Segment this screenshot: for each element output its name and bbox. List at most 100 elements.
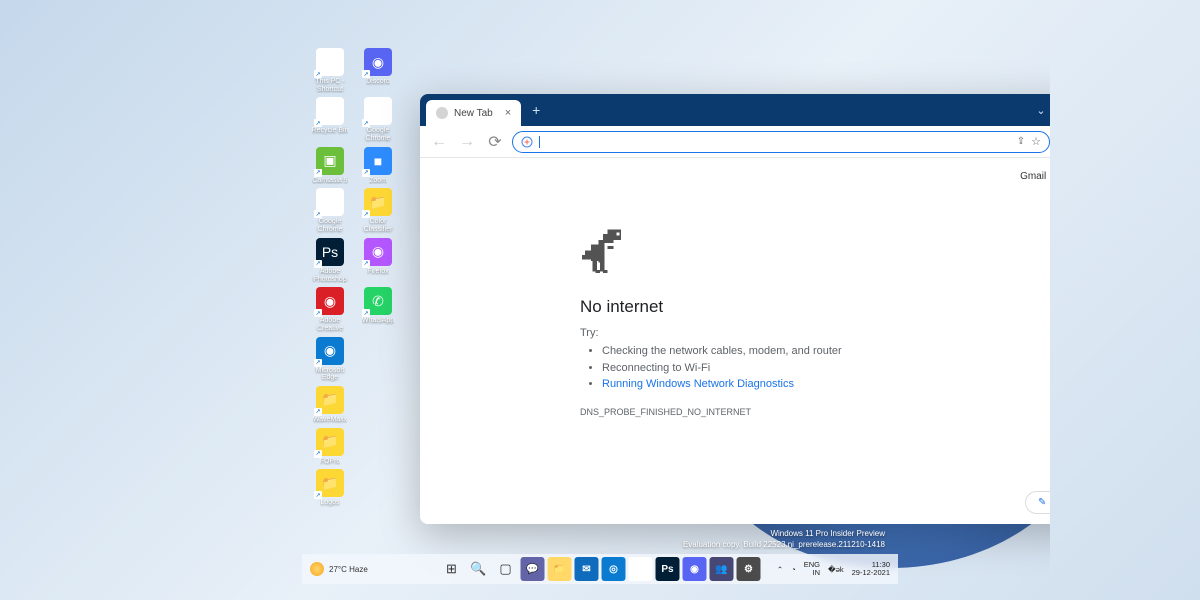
app-icon: ◉↗ bbox=[364, 97, 392, 125]
star-icon[interactable]: ☆ bbox=[1031, 135, 1041, 148]
network-icon[interactable]: �ək bbox=[828, 565, 844, 574]
desktop-icon[interactable]: ◉↗ Google Chrome bbox=[308, 188, 352, 233]
app-icon: ◉↗ bbox=[364, 48, 392, 76]
shortcut-arrow-icon: ↗ bbox=[362, 119, 370, 127]
ntp-links: Gmail Images 🙂 bbox=[1020, 166, 1050, 186]
shortcut-arrow-icon: ↗ bbox=[314, 359, 322, 367]
app-icon: ▣↗ bbox=[316, 147, 344, 175]
icon-label: Google Chrome bbox=[308, 218, 352, 233]
windows-watermark: Windows 11 Pro Insider Preview Evaluatio… bbox=[683, 529, 885, 550]
back-button[interactable]: ← bbox=[428, 131, 450, 153]
weather-desc: Haze bbox=[349, 565, 368, 574]
desktop-icon[interactable]: 📁↗FOPro bbox=[308, 428, 352, 466]
desktop-icon[interactable]: 📁↗WaveMaxx bbox=[308, 386, 352, 424]
toolbar: ← → ⟳ ⇪ ☆ ▣ ✦ ⋮ bbox=[420, 126, 1050, 158]
desktop-icon[interactable]: Ps↗Adobe Photoshop bbox=[308, 238, 352, 283]
shortcut-arrow-icon: ↗ bbox=[314, 210, 322, 218]
shortcut-arrow-icon: ↗ bbox=[362, 260, 370, 268]
shortcut-arrow-icon: ↗ bbox=[314, 491, 322, 499]
mail-icon[interactable]: ✉ bbox=[575, 557, 599, 581]
desktop-icon[interactable]: ✆↗WhatsApp bbox=[356, 287, 400, 332]
watermark-line1: Windows 11 Pro Insider Preview bbox=[683, 529, 885, 539]
app-icon: 📁↗ bbox=[316, 469, 344, 497]
chat-icon[interactable]: 💬 bbox=[521, 557, 545, 581]
shortcut-arrow-icon: ↗ bbox=[314, 119, 322, 127]
clock[interactable]: 11:30 29-12-2021 bbox=[852, 561, 890, 578]
app-icon: ■↗ bbox=[364, 147, 392, 175]
desktop-icon[interactable]: ■↗ Zoom bbox=[356, 147, 400, 185]
chrome-icon[interactable]: ◉ bbox=[629, 557, 653, 581]
icon-label: Microsoft Edge bbox=[308, 367, 352, 382]
desktop-icon[interactable]: ◉↗Firefox bbox=[356, 238, 400, 283]
desktop-icon[interactable]: ▣↗ Camtasia 9 bbox=[308, 147, 352, 185]
explorer-icon[interactable]: 📁 bbox=[548, 557, 572, 581]
diagnostics-link[interactable]: Running Windows Network Diagnostics bbox=[602, 378, 794, 390]
reload-button[interactable]: ⟳ bbox=[484, 131, 506, 153]
browser-tab[interactable]: New Tab × bbox=[426, 100, 521, 126]
start-icon[interactable]: ⊞ bbox=[440, 557, 464, 581]
icon-label: Recycle Bin bbox=[312, 127, 349, 135]
desktop-icon[interactable]: ◉↗ Discord bbox=[356, 48, 400, 93]
taskview-icon[interactable]: ▢ bbox=[494, 557, 518, 581]
desktop-icon[interactable]: 📁↗ Logos bbox=[308, 469, 352, 507]
app-icon: ◉↗ bbox=[316, 188, 344, 216]
taskbar: 27°C Haze ⊞🔍▢💬📁✉◎◉Ps◉👥⚙ ⌃ ◔ ENG IN �ək 1… bbox=[302, 554, 898, 584]
shortcut-arrow-icon: ↗ bbox=[314, 309, 322, 317]
google-icon bbox=[521, 136, 533, 148]
teams-icon[interactable]: 👥 bbox=[710, 557, 734, 581]
desktop-icon[interactable]: ◉↗Google Chrome bbox=[356, 97, 400, 142]
caret-down-icon[interactable]: ⌄ bbox=[1024, 94, 1050, 126]
customize-chrome-button[interactable]: ✎ Customize Chrome bbox=[1025, 491, 1050, 514]
language-indicator[interactable]: ENG IN bbox=[804, 561, 820, 578]
discord-icon[interactable]: ◉ bbox=[683, 557, 707, 581]
forward-button[interactable]: → bbox=[456, 131, 478, 153]
titlebar[interactable]: New Tab × + ⌄ — ▢ ✕ bbox=[420, 94, 1050, 126]
desktop-icon[interactable]: ◉↗ Microsoft Edge bbox=[308, 337, 352, 382]
icon-label: Camtasia 9 bbox=[312, 177, 347, 185]
settings-icon[interactable]: ⚙ bbox=[737, 557, 761, 581]
desktop-icon[interactable]: 🖥↗This PC - Shortcut bbox=[308, 48, 352, 93]
icon-label: Firefox bbox=[367, 268, 388, 276]
shortcut-arrow-icon: ↗ bbox=[362, 169, 370, 177]
icon-label: WhatsApp bbox=[362, 317, 394, 325]
app-icon: 📁↗ bbox=[316, 386, 344, 414]
tab-title: New Tab bbox=[454, 108, 493, 119]
new-tab-button[interactable]: + bbox=[525, 99, 547, 121]
app-icon: ◉↗ bbox=[316, 287, 344, 315]
tray-chevron-icon[interactable]: ⌃ bbox=[777, 565, 783, 574]
photoshop-icon[interactable]: Ps bbox=[656, 557, 680, 581]
pencil-icon: ✎ bbox=[1038, 497, 1046, 508]
edge-icon[interactable]: ◎ bbox=[602, 557, 626, 581]
shortcut-arrow-icon: ↗ bbox=[314, 169, 322, 177]
icon-label: Zoom bbox=[369, 177, 387, 185]
desktop-icon[interactable]: ◉↗Adobe Creative bbox=[308, 287, 352, 332]
desktop-icon[interactable]: 📁↗Color Classifier bbox=[356, 188, 400, 233]
share-icon[interactable]: ⇪ bbox=[1017, 136, 1025, 147]
taskbar-right: ⌃ ◔ ENG IN �ək 11:30 29-12-2021 bbox=[777, 561, 890, 578]
icon-label: Discord bbox=[366, 78, 390, 86]
tab-close-icon[interactable]: × bbox=[505, 107, 511, 119]
chrome-window: New Tab × + ⌄ — ▢ ✕ ← → ⟳ ⇪ ☆ ▣ ✦ ⋮ Gm bbox=[420, 94, 1050, 524]
app-icon: 🗑↗ bbox=[316, 97, 344, 125]
tray-icon[interactable]: ◔ bbox=[791, 565, 796, 574]
favicon-icon bbox=[436, 107, 448, 119]
try-label: Try: bbox=[580, 327, 1020, 339]
omnibox-input[interactable] bbox=[546, 136, 1011, 147]
dino-icon[interactable] bbox=[580, 228, 626, 276]
gmail-link[interactable]: Gmail bbox=[1020, 171, 1046, 182]
icon-label: Logos bbox=[320, 499, 339, 507]
app-icon: ◉↗ bbox=[316, 337, 344, 365]
icon-label: Color Classifier bbox=[356, 218, 400, 233]
app-icon: 🖥↗ bbox=[316, 48, 344, 76]
taskbar-center: ⊞🔍▢💬📁✉◎◉Ps◉👥⚙ bbox=[440, 557, 761, 581]
desktop-icon[interactable]: 🗑↗ Recycle Bin bbox=[308, 97, 352, 142]
weather-temp: 27°C bbox=[329, 565, 347, 574]
address-bar[interactable]: ⇪ ☆ bbox=[512, 131, 1050, 153]
search-icon[interactable]: 🔍 bbox=[467, 557, 491, 581]
shortcut-arrow-icon: ↗ bbox=[362, 70, 370, 78]
weather-widget[interactable]: 27°C Haze bbox=[310, 562, 368, 576]
icon-label: Adobe Photoshop bbox=[308, 268, 352, 283]
shortcut-arrow-icon: ↗ bbox=[314, 260, 322, 268]
shortcut-arrow-icon: ↗ bbox=[362, 210, 370, 218]
shortcut-arrow-icon: ↗ bbox=[314, 408, 322, 416]
